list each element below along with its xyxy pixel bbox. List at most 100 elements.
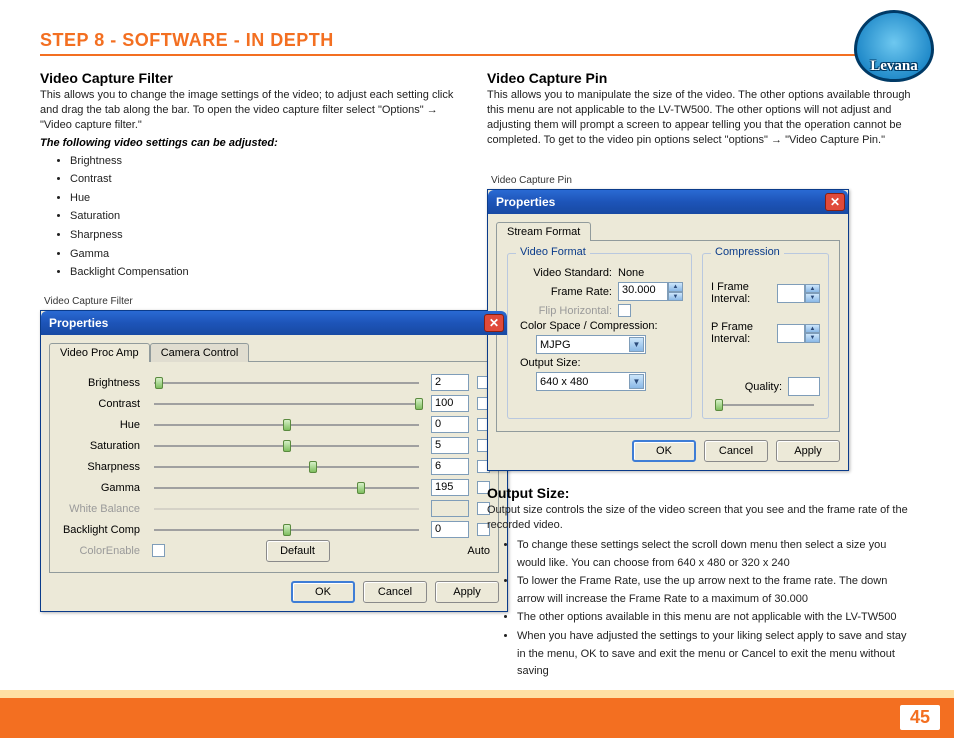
color-space-label: Color Space / Compression:: [516, 320, 658, 332]
dialog-title: Properties: [496, 195, 555, 209]
left-column: Video Capture Filter This allows you to …: [40, 66, 467, 682]
vcf-title: Video Capture Filter: [40, 70, 467, 86]
video-standard-value: None: [618, 267, 644, 279]
brand-logo: Levana: [854, 10, 934, 82]
slider-thumb[interactable]: [309, 461, 317, 473]
vcf-desc: This allows you to change the image sett…: [40, 88, 467, 133]
chevron-down-icon[interactable]: ▼: [805, 333, 820, 343]
slider-value-input[interactable]: 100: [431, 395, 469, 412]
close-icon[interactable]: ✕: [484, 314, 504, 332]
close-icon[interactable]: ✕: [825, 193, 845, 211]
chevron-up-icon[interactable]: ▲: [805, 284, 820, 294]
slider-track[interactable]: [154, 466, 419, 468]
output-size-select[interactable]: 640 x 480▼: [536, 372, 646, 391]
output-size-desc: Output size controls the size of the vid…: [487, 503, 914, 533]
slider-label: Brightness: [58, 377, 148, 389]
slider-value-input: [431, 500, 469, 517]
slider-thumb[interactable]: [715, 399, 723, 411]
slider-row: White Balance: [58, 499, 490, 519]
output-size-title: Output Size:: [487, 485, 914, 501]
colorenable-label: ColorEnable: [58, 545, 148, 557]
color-space-select[interactable]: MJPG▼: [536, 335, 646, 354]
tab-camera-control[interactable]: Camera Control: [150, 343, 250, 362]
tab-panel: Brightness 2 Contrast 100 Hue 0 Saturation 5 Sha…: [49, 361, 499, 573]
properties-dialog-filter: Properties ✕ Video Proc Amp Camera Contr…: [40, 310, 508, 612]
slider-track[interactable]: [154, 487, 419, 489]
slider-value-input[interactable]: 2: [431, 374, 469, 391]
slider-track: [154, 508, 419, 510]
chevron-down-icon: ▼: [629, 374, 644, 389]
output-size-label: Output Size:: [516, 357, 581, 369]
footer-bar: 45: [0, 698, 954, 738]
chevron-up-icon[interactable]: ▲: [805, 324, 820, 334]
slider-track[interactable]: [154, 382, 419, 384]
slider-track[interactable]: [154, 529, 419, 531]
slider-track[interactable]: [154, 445, 419, 447]
list-item: The other options available in this menu…: [517, 609, 914, 627]
slider-label: Contrast: [58, 398, 148, 410]
list-item: Saturation: [70, 208, 467, 226]
slider-thumb[interactable]: [415, 398, 423, 410]
chevron-down-icon[interactable]: ▼: [805, 293, 820, 303]
page-number: 45: [900, 705, 940, 730]
quality-slider[interactable]: [717, 404, 814, 406]
tab-panel: Video Format Video Standard: None Frame …: [496, 240, 840, 432]
dialog-titlebar[interactable]: Properties ✕: [41, 311, 507, 335]
slider-thumb[interactable]: [357, 482, 365, 494]
slider-row: Brightness 2: [58, 373, 490, 393]
vcp-caption: Video Capture Pin: [491, 175, 914, 186]
video-standard-label: Video Standard:: [516, 267, 618, 279]
cancel-button[interactable]: Cancel: [704, 440, 768, 462]
slider-label: Saturation: [58, 440, 148, 452]
frame-rate-label: Frame Rate:: [516, 286, 618, 298]
chevron-down-icon[interactable]: ▼: [668, 292, 683, 302]
slider-track[interactable]: [154, 403, 419, 405]
list-item: Brightness: [70, 153, 467, 171]
slider-label: Hue: [58, 419, 148, 431]
slider-thumb[interactable]: [155, 377, 163, 389]
dialog-title: Properties: [49, 316, 108, 330]
slider-thumb[interactable]: [283, 440, 291, 452]
slider-thumb[interactable]: [283, 419, 291, 431]
slider-track[interactable]: [154, 424, 419, 426]
slider-value-input[interactable]: 0: [431, 416, 469, 433]
frame-rate-spinner[interactable]: 30.000 ▲▼: [618, 282, 683, 301]
pframe-spinner[interactable]: ▲▼: [777, 324, 820, 343]
vcf-note: The following video settings can be adju…: [40, 137, 467, 149]
output-size-bullets: To change these settings select the scro…: [517, 537, 914, 681]
slider-row: Saturation 5: [58, 436, 490, 456]
color-space-value: MJPG: [540, 339, 571, 351]
group-title: Video Format: [516, 246, 590, 258]
right-column: Video Capture Pin This allows you to man…: [487, 66, 914, 682]
default-button[interactable]: Default: [266, 540, 330, 562]
slider-row: Hue 0: [58, 415, 490, 435]
ok-button[interactable]: OK: [632, 440, 696, 462]
slider-value-input[interactable]: 5: [431, 437, 469, 454]
dialog-titlebar[interactable]: Properties ✕: [488, 190, 848, 214]
logo-text: Levana: [870, 58, 918, 75]
chevron-up-icon[interactable]: ▲: [668, 282, 683, 292]
slider-label: White Balance: [58, 503, 148, 515]
list-item: Contrast: [70, 171, 467, 189]
quality-input[interactable]: [788, 377, 820, 396]
video-format-group: Video Format Video Standard: None Frame …: [507, 253, 692, 419]
slider-label: Sharpness: [58, 461, 148, 473]
slider-value-input[interactable]: 195: [431, 479, 469, 496]
iframe-input[interactable]: [777, 284, 805, 303]
list-item: To lower the Frame Rate, use the up arro…: [517, 573, 914, 608]
tab-stream-format[interactable]: Stream Format: [496, 222, 591, 241]
iframe-spinner[interactable]: ▲▼: [777, 284, 820, 303]
flip-horizontal-checkbox[interactable]: [618, 304, 631, 317]
slider-value-input[interactable]: 6: [431, 458, 469, 475]
apply-button[interactable]: Apply: [776, 440, 840, 462]
slider-label: Backlight Comp: [58, 524, 148, 536]
pframe-input[interactable]: [777, 324, 805, 343]
frame-rate-input[interactable]: 30.000: [618, 282, 668, 301]
quality-label: Quality:: [711, 381, 788, 393]
colorenable-checkbox[interactable]: [152, 544, 165, 557]
tab-video-proc-amp[interactable]: Video Proc Amp: [49, 343, 150, 362]
slider-thumb[interactable]: [283, 524, 291, 536]
slider-value-input[interactable]: 0: [431, 521, 469, 538]
cancel-button[interactable]: Cancel: [363, 581, 427, 603]
ok-button[interactable]: OK: [291, 581, 355, 603]
